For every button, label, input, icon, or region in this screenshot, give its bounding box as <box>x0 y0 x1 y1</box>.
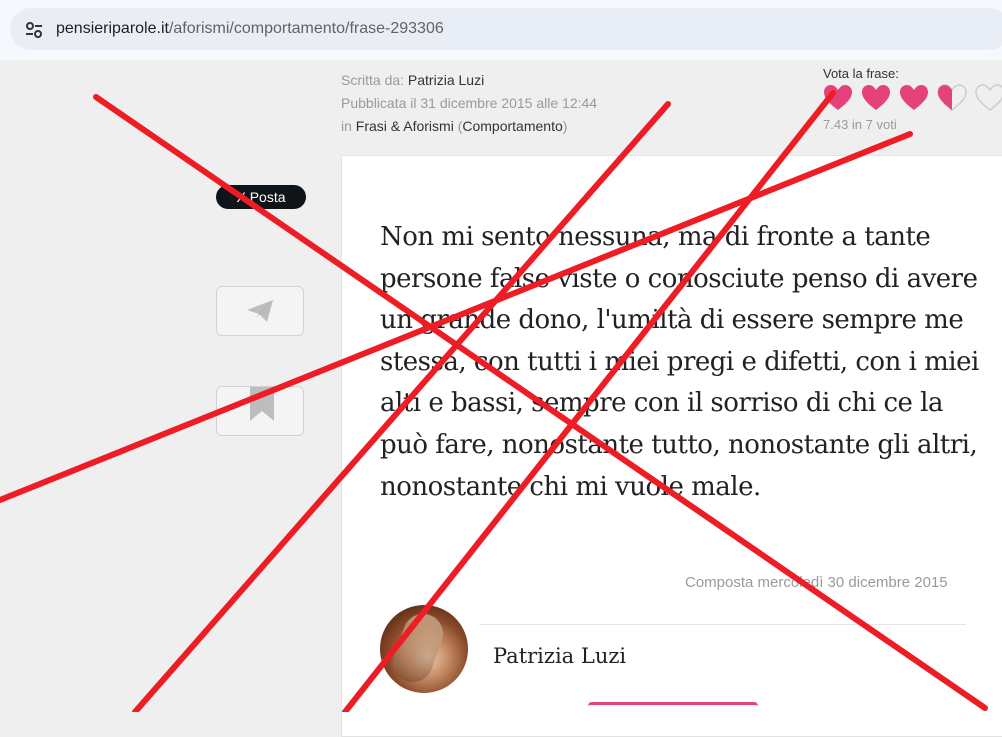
paper-plane-icon <box>247 300 273 322</box>
avatar[interactable] <box>380 605 468 693</box>
composed-date: Composta mercoledì 30 dicembre 2015 <box>685 574 948 591</box>
in-label: in <box>341 118 352 134</box>
author-name[interactable]: Patrizia Luzi <box>493 644 626 668</box>
published-date: Pubblicata il 31 dicembre 2015 alle 12:4… <box>341 95 598 111</box>
bookmark-button[interactable] <box>216 386 304 436</box>
x-share-button[interactable]: X Posta <box>216 185 306 209</box>
heart-icon[interactable] <box>899 84 929 112</box>
written-by-label: Scritta da: <box>341 72 405 88</box>
rating-summary: 7.43 in 7 voti <box>823 117 897 132</box>
quote-meta: Scritta da: Patrizia Luzi Pubblicata il … <box>341 72 598 134</box>
quote-card: Non mi sento nessuna, ma di fronte a tan… <box>341 155 1002 737</box>
heart-icon[interactable] <box>861 84 891 112</box>
heart-icon[interactable] <box>823 84 853 112</box>
url-text[interactable]: pensieriparole.it/aforismi/comportamento… <box>56 20 444 38</box>
tune-icon[interactable] <box>22 18 46 42</box>
rating-hearts[interactable] <box>823 84 1002 112</box>
telegram-share-button[interactable] <box>216 286 304 336</box>
subcategory-link[interactable]: Comportamento <box>462 118 562 134</box>
empty-heart-icon[interactable] <box>975 84 1002 112</box>
url-domain: pensieriparole.it <box>56 20 169 37</box>
page-content: Scritta da: Patrizia Luzi Pubblicata il … <box>0 60 1002 737</box>
address-bar[interactable]: pensieriparole.it/aforismi/comportamento… <box>10 8 1002 50</box>
browser-toolbar: pensieriparole.it/aforismi/comportamento… <box>0 0 1002 61</box>
author-link[interactable]: Patrizia Luzi <box>408 72 484 88</box>
quote-text: Non mi sento nessuna, ma di fronte a tan… <box>380 222 979 502</box>
follow-button-partial[interactable] <box>588 702 758 713</box>
url-path: /aforismi/comportamento/frase-293306 <box>168 20 444 37</box>
half-heart-icon[interactable] <box>937 84 967 112</box>
category-link[interactable]: Frasi & Aforismi <box>356 118 454 134</box>
vote-label: Vota la frase: <box>823 66 899 81</box>
divider <box>479 624 966 625</box>
bookmark-icon <box>250 387 274 421</box>
